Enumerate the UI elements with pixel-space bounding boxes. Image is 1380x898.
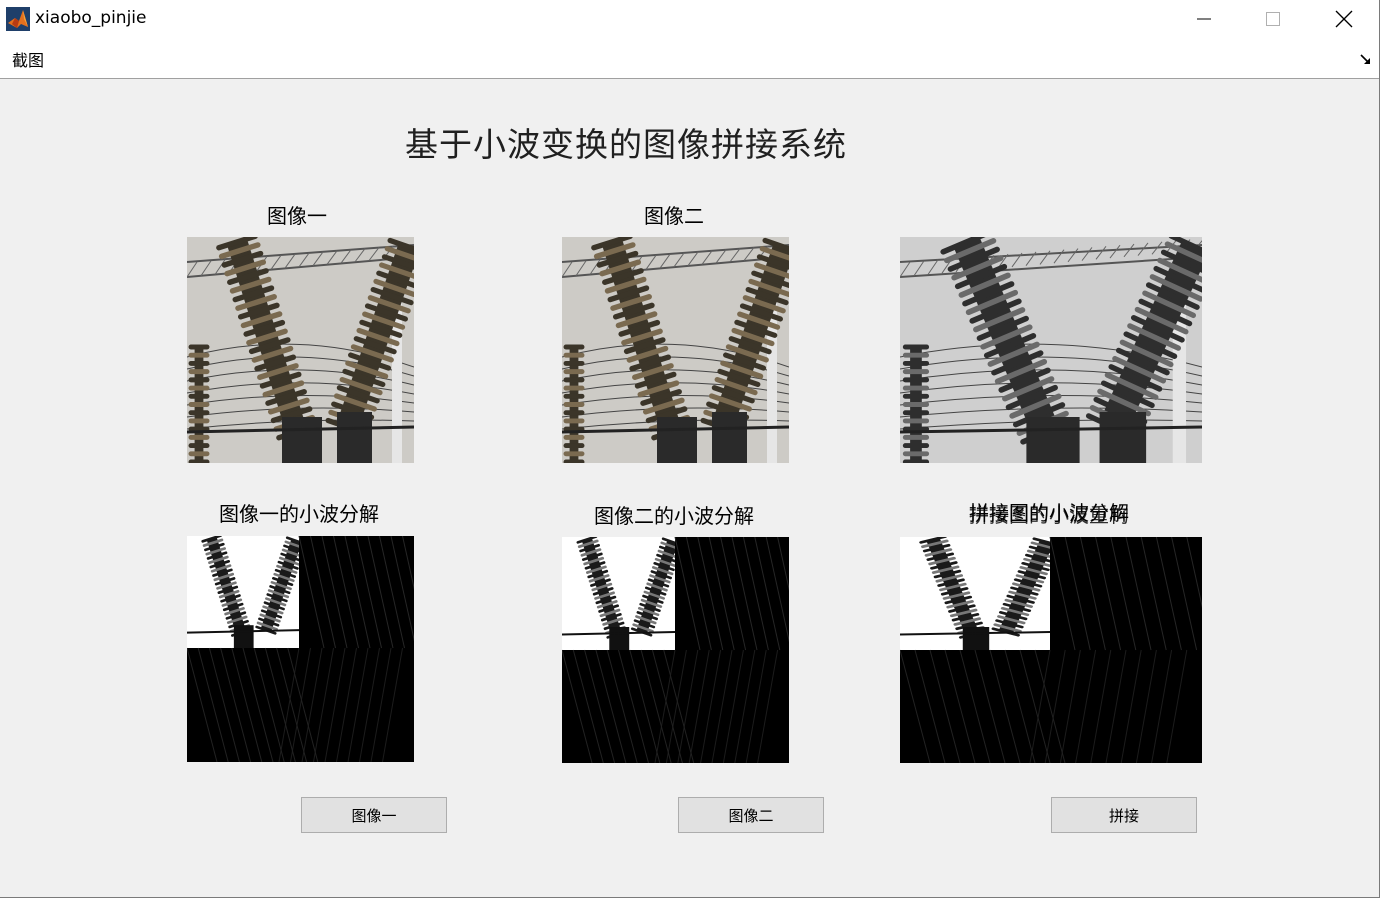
- matlab-icon: [6, 7, 30, 31]
- image2-wavelet-picture: [562, 537, 789, 763]
- minimize-icon: [1197, 18, 1211, 20]
- image1-picture: [187, 237, 414, 463]
- image2-wavelet-axes: [562, 537, 789, 763]
- stitched-image-axes: [900, 237, 1202, 463]
- window-title: xiaobo_pinjie: [35, 8, 147, 28]
- close-button[interactable]: [1310, 0, 1378, 38]
- title-bar: xiaobo_pinjie: [0, 0, 1380, 38]
- maximize-button[interactable]: [1239, 0, 1307, 38]
- menu-item-screenshot[interactable]: 截图: [12, 47, 44, 71]
- stitched-wavelet-picture: [900, 537, 1202, 763]
- load-image1-button[interactable]: 图像一: [301, 797, 447, 833]
- image1-label: 图像一: [267, 204, 327, 228]
- image1-axes: [187, 237, 414, 463]
- menu-bar: 截图: [0, 38, 1380, 79]
- dock-arrow-icon[interactable]: [1360, 54, 1372, 66]
- load-image2-button[interactable]: 图像二: [678, 797, 824, 833]
- minimize-button[interactable]: [1170, 0, 1238, 38]
- image1-wavelet-label: 图像一的小波分解: [219, 502, 379, 526]
- image2-picture: [562, 237, 789, 463]
- image2-label: 图像二: [644, 204, 704, 228]
- maximize-icon: [1266, 12, 1280, 26]
- image1-wavelet-axes: [187, 536, 414, 762]
- stitched-wavelet-axes: [900, 537, 1202, 763]
- stitch-button[interactable]: 拼接: [1051, 797, 1197, 833]
- image2-wavelet-label: 图像二的小波分解: [594, 504, 754, 528]
- page-title: 基于小波变换的图像拼接系统: [405, 125, 847, 164]
- stitched-picture: [900, 237, 1202, 463]
- image1-wavelet-picture: [187, 536, 414, 762]
- stitched-reconstruction-label: 拼接图的小波重构: [969, 503, 1129, 527]
- close-icon: [1335, 10, 1353, 28]
- image2-axes: [562, 237, 789, 463]
